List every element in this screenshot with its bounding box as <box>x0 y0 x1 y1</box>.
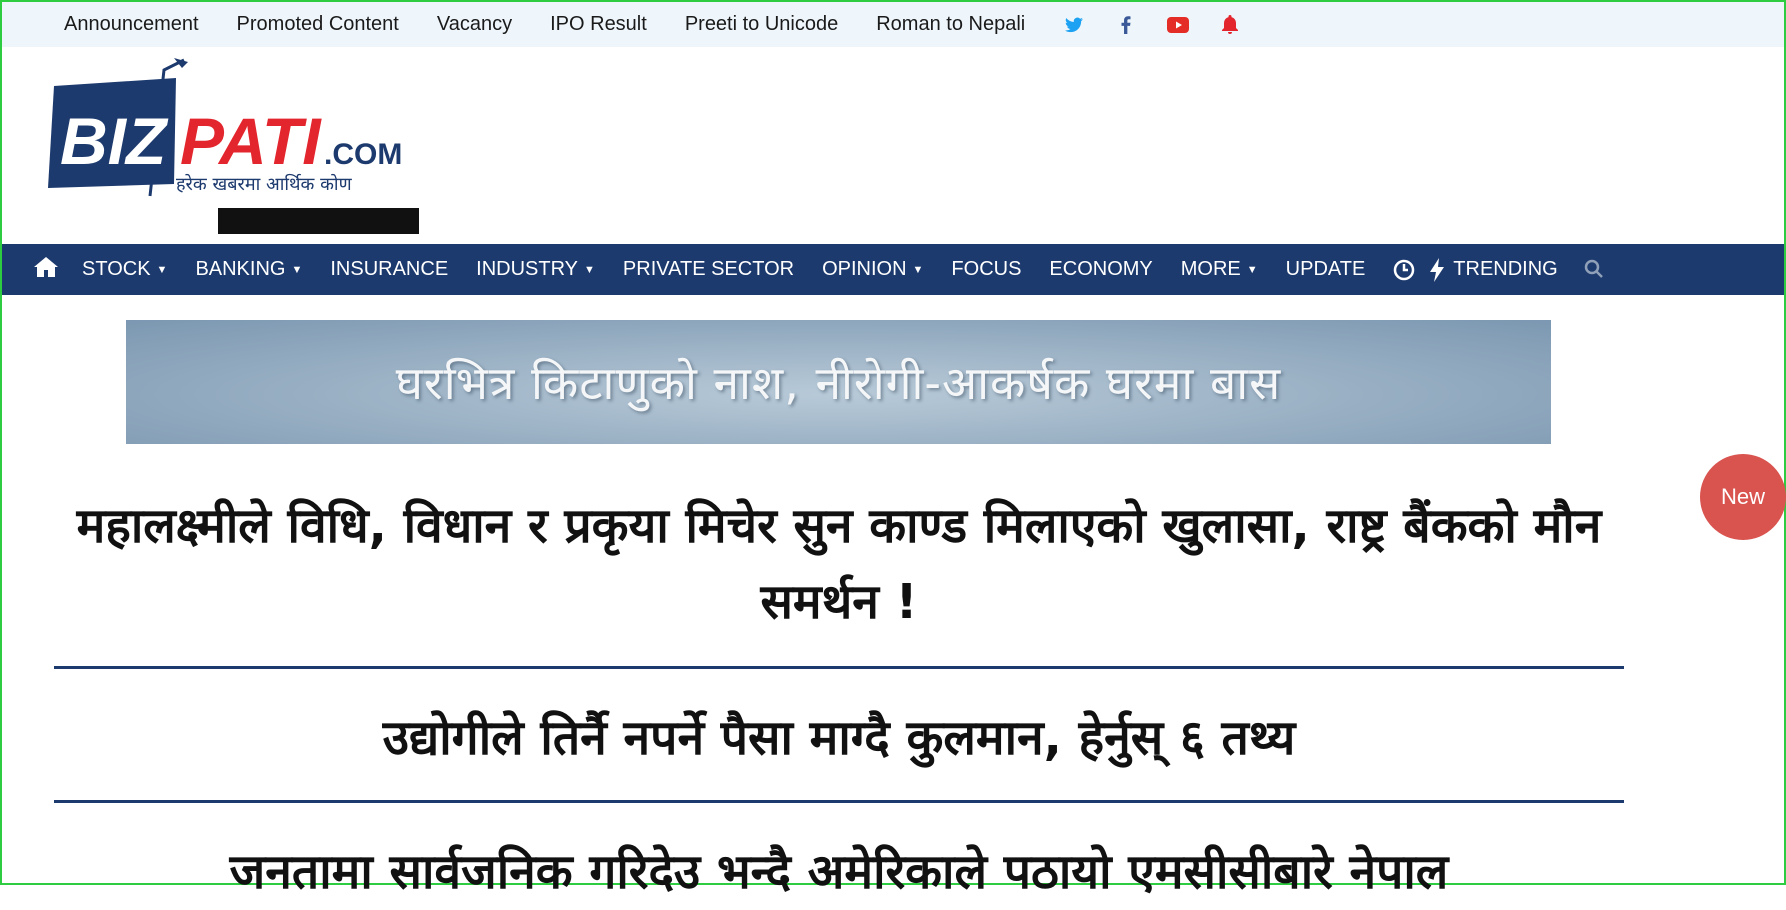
nav-item-more[interactable]: MORE ▼ <box>1181 258 1258 281</box>
nav-label: BANKING <box>195 258 286 280</box>
nav-label: FOCUS <box>951 258 1022 280</box>
nav-item-stock[interactable]: STOCK ▼ <box>82 258 167 281</box>
bell-icon[interactable] <box>1219 14 1241 36</box>
link-promoted-content[interactable]: Promoted Content <box>237 13 399 36</box>
site-logo[interactable]: BIZ PATI .COM हरेक खबरमा आर्थिक कोण <box>46 58 426 238</box>
nav-label: OPINION <box>822 258 907 280</box>
search-icon[interactable] <box>1584 259 1606 281</box>
new-label: New <box>1720 484 1765 509</box>
link-preeti-to-unicode[interactable]: Preeti to Unicode <box>685 13 838 36</box>
headline-1[interactable]: महालक्ष्मीले विधि, विधान र प्रकृया मिचेर… <box>54 488 1624 640</box>
headline-3[interactable]: जनतामा सार्वजनिक गरिदेउ भन्दै अमेरिकाले … <box>54 834 1624 910</box>
nav-item-banking[interactable]: BANKING ▼ <box>195 258 302 281</box>
caret-down-icon: ▼ <box>912 263 924 276</box>
nav-label: ECONOMY <box>1049 258 1153 280</box>
logo-tagline: हरेक खबरमा आर्थिक कोण <box>176 173 353 195</box>
nav-item-trending[interactable]: TRENDING <box>1393 257 1558 282</box>
banner-ad[interactable]: घरभित्र किटाणुको नाश, नीरोगी-आकर्षक घरमा… <box>126 320 1551 444</box>
caret-down-icon: ▼ <box>1246 263 1258 276</box>
caret-down-icon: ▼ <box>156 263 168 276</box>
nav-label: MORE <box>1180 258 1241 280</box>
twitter-icon[interactable] <box>1063 14 1085 36</box>
logo-com: .COM <box>324 138 402 171</box>
nav-item-private-sector[interactable]: PRIVATE SECTOR <box>623 258 794 281</box>
divider <box>54 666 1624 669</box>
nav-item-economy[interactable]: ECONOMY <box>1049 258 1152 281</box>
banner-text: घरभित्र किटाणुको नाश, नीरोगी-आकर्षक घरमा… <box>395 356 1282 410</box>
nav-item-opinion[interactable]: OPINION ▼ <box>822 258 923 281</box>
nav-items: STOCK ▼ BANKING ▼ INSURANCE INDUSTRY ▼ PRIV… <box>82 244 1586 295</box>
social-links <box>1063 14 1271 36</box>
link-announcement[interactable]: Announcement <box>64 13 199 36</box>
logo-pati: PATI <box>180 104 322 178</box>
nav-label: UPDATE <box>1285 258 1366 280</box>
bolt-icon <box>1430 257 1445 282</box>
redacted-block <box>218 208 419 234</box>
link-ipo-result[interactable]: IPO Result <box>550 13 647 36</box>
nav-label: STOCK <box>82 258 151 280</box>
link-roman-to-nepali[interactable]: Roman to Nepali <box>876 13 1025 36</box>
link-vacancy[interactable]: Vacancy <box>437 13 512 36</box>
caret-down-icon: ▼ <box>291 263 303 276</box>
main-nav: STOCK ▼ BANKING ▼ INSURANCE INDUSTRY ▼ PRIV… <box>2 244 1784 295</box>
logo-biz: BIZ <box>60 104 169 178</box>
facebook-icon[interactable] <box>1115 14 1137 36</box>
youtube-icon[interactable] <box>1167 14 1190 36</box>
nav-item-industry[interactable]: INDUSTRY ▼ <box>476 258 595 281</box>
top-bar: Announcement Promoted Content Vacancy IP… <box>2 2 1784 47</box>
divider <box>54 800 1624 803</box>
nav-label: INSURANCE <box>330 258 449 280</box>
nav-item-focus[interactable]: FOCUS <box>951 258 1021 281</box>
nav-item-update[interactable]: UPDATE <box>1286 258 1366 281</box>
nav-label: PRIVATE SECTOR <box>622 258 795 280</box>
nav-item-insurance[interactable]: INSURANCE <box>330 258 448 281</box>
new-button[interactable]: New <box>1700 454 1786 540</box>
top-links: Announcement Promoted Content Vacancy IP… <box>64 2 1271 47</box>
headline-2[interactable]: उद्योगीले तिर्नै नपर्ने पैसा माग्दै कुलम… <box>54 700 1624 776</box>
trending-label: TRENDING <box>1453 258 1558 280</box>
nav-label: INDUSTRY <box>476 258 579 280</box>
clock-icon <box>1394 259 1415 280</box>
caret-down-icon: ▼ <box>584 263 595 276</box>
home-icon[interactable] <box>34 256 58 280</box>
